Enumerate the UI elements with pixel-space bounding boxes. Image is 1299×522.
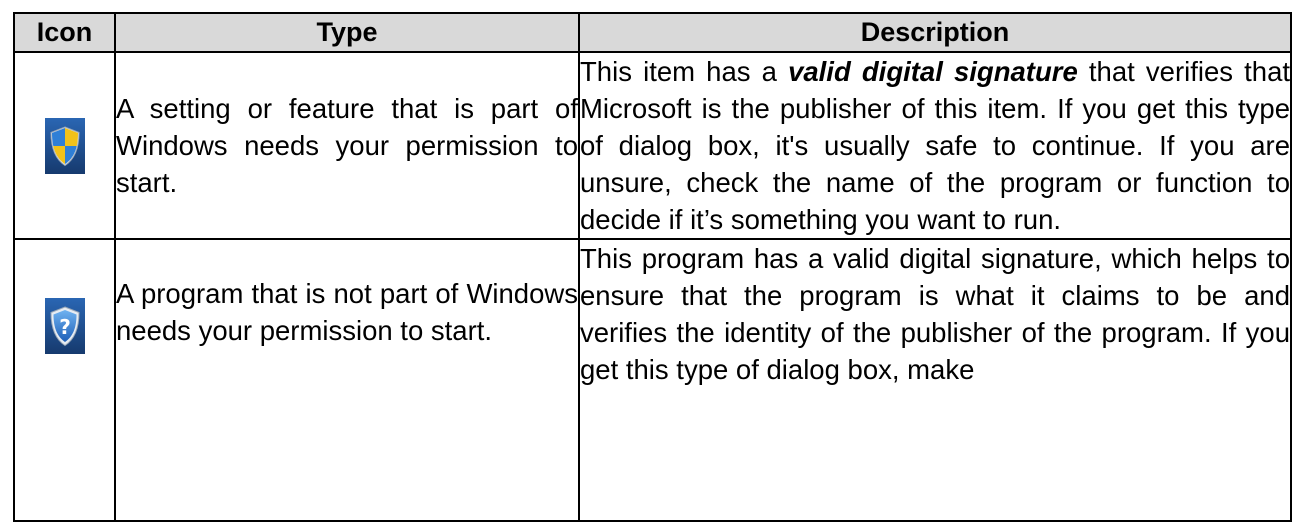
header-type: Type — [114, 12, 580, 53]
description-emphasis: valid digital signature — [788, 56, 1078, 87]
icon-cell — [13, 51, 116, 240]
windows-uac-shield-icon — [44, 117, 85, 174]
description-text-pre: This item has a — [580, 56, 789, 87]
header-icon: Icon — [13, 12, 116, 53]
type-cell: A program that is not part of Windows ne… — [114, 238, 580, 522]
table-row: A setting or feature that is part of Win… — [13, 51, 1292, 240]
table-row: ? A program that is not part of Windows … — [13, 238, 1292, 522]
description-cell: This item has a valid digital signature … — [578, 51, 1292, 240]
type-cell: A setting or feature that is part of Win… — [114, 51, 580, 240]
svg-text:?: ? — [59, 315, 71, 339]
description-cell: This program has a valid digital signatu… — [578, 238, 1292, 522]
header-description: Description — [578, 12, 1292, 53]
icon-cell: ? — [13, 238, 116, 522]
table-header-row: Icon Type Description — [13, 12, 1292, 53]
question-shield-icon: ? — [44, 298, 85, 354]
uac-icon-table: Icon Type Description A setting or featu… — [13, 12, 1292, 522]
